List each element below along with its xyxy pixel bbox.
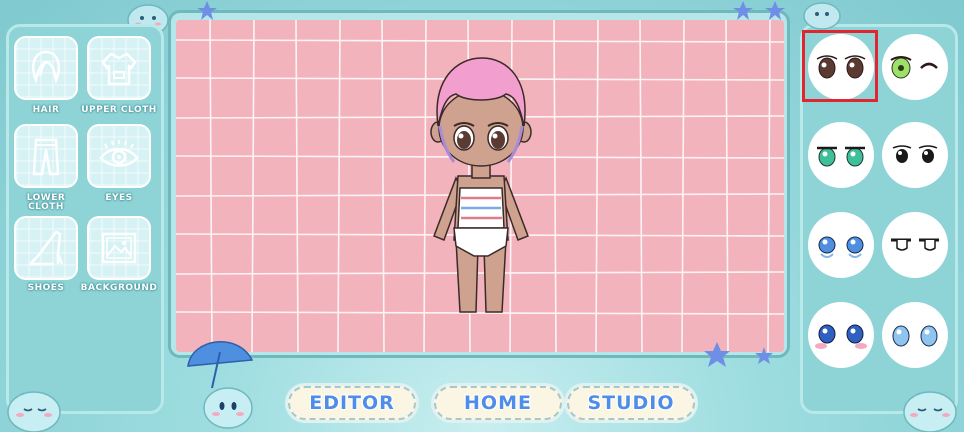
green-wink-eyes-icon: [890, 56, 938, 79]
eye-option-black-simple[interactable]: [882, 122, 948, 188]
star-decoration-icon: [765, 1, 785, 20]
hoodie-icon: [101, 52, 137, 86]
category-eyes-button[interactable]: [87, 124, 151, 188]
eye-option-teal-sparkle[interactable]: [808, 122, 874, 188]
editor-button[interactable]: EDITOR: [288, 386, 416, 420]
category-eyes-label: EYES: [105, 193, 133, 203]
category-shoes-button[interactable]: [14, 216, 78, 280]
umbrella-kirby-icon: [187, 341, 254, 429]
sleeping-kirby-icon: [903, 391, 957, 432]
blue-blush-eyes-icon: [815, 324, 867, 349]
home-label: HOME: [464, 392, 532, 414]
category-shoes-label: SHOES: [27, 283, 65, 293]
chibi-character: [430, 57, 532, 313]
category-upper-cloth-label: UPPER CLOTH: [81, 105, 157, 115]
editor-label: EDITOR: [309, 392, 395, 414]
category-upper-cloth-button[interactable]: [87, 36, 151, 100]
high-heel-icon: [29, 230, 64, 266]
category-background-button[interactable]: [87, 216, 151, 280]
character-canvas: [176, 20, 784, 352]
black-eyes-icon: [892, 145, 938, 163]
star-decoration-icon: [733, 1, 753, 20]
eye-option-light-blue[interactable]: [882, 302, 948, 368]
studio-button[interactable]: STUDIO: [567, 386, 695, 420]
eye-icon: [99, 140, 139, 167]
eye-option-flat-line[interactable]: [882, 212, 948, 278]
star-decoration-icon: [704, 342, 730, 367]
hair-icon: [32, 50, 60, 84]
category-hair-label: HAIR: [32, 105, 60, 115]
pants-icon: [32, 138, 60, 176]
eye-option-blue-teary[interactable]: [808, 212, 874, 278]
blue-teary-eyes-icon: [818, 236, 864, 258]
sleeping-kirby-icon: [7, 391, 61, 432]
selected-option-highlight: [802, 30, 878, 102]
light-blue-eyes-icon: [892, 325, 938, 347]
category-background-label: BACKGROUND: [80, 283, 158, 293]
eye-option-green-wink[interactable]: [882, 34, 948, 100]
category-hair-button[interactable]: [14, 36, 78, 100]
kirby-decoration-icon: [803, 2, 841, 30]
home-button[interactable]: HOME: [434, 386, 562, 420]
star-decoration-icon: [197, 1, 217, 20]
flat-eyes-icon: [891, 238, 939, 251]
teal-eyes-icon: [817, 146, 865, 167]
picture-icon: [101, 232, 137, 264]
star-decoration-icon: [755, 347, 773, 364]
category-lower-cloth-button[interactable]: [14, 124, 78, 188]
category-lower-cloth-label: LOWER CLOTH: [26, 193, 66, 212]
studio-label: STUDIO: [587, 392, 675, 414]
eye-option-blue-blush[interactable]: [808, 302, 874, 368]
